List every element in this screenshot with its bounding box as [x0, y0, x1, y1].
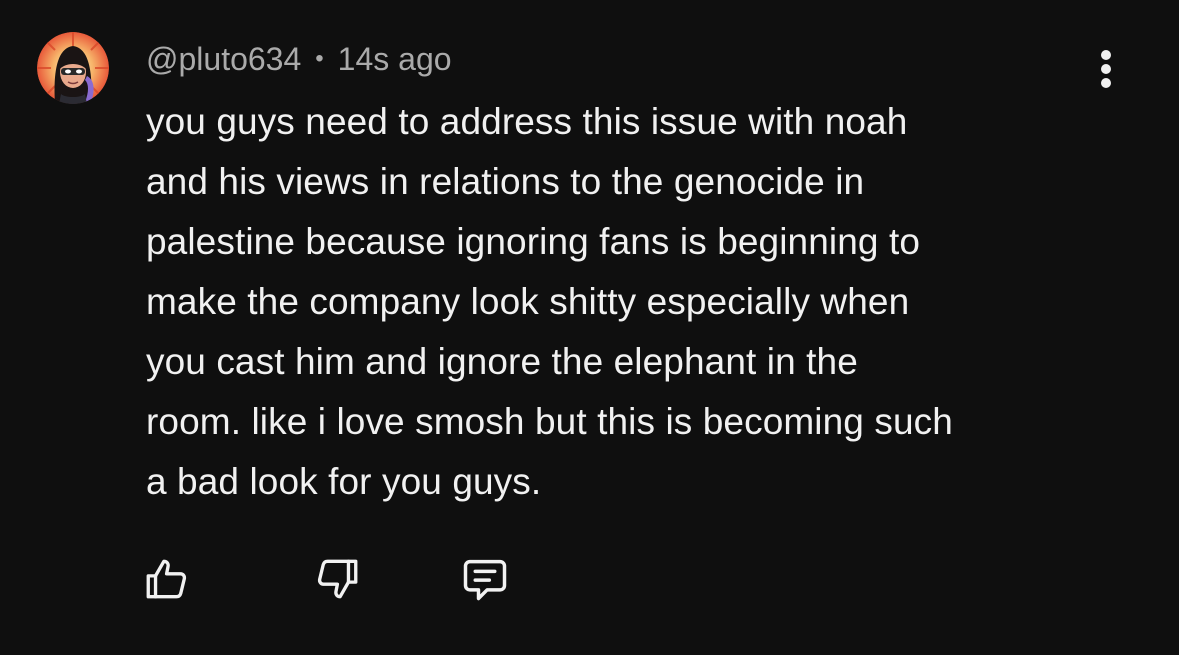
dislike-button[interactable] — [310, 552, 364, 606]
comment-meta: @pluto634 • 14s ago — [146, 38, 452, 80]
reply-button[interactable] — [458, 552, 512, 606]
comment-text: you guys need to address this issue with… — [146, 101, 953, 502]
comment-timestamp: 14s ago — [337, 40, 452, 77]
more-options-button[interactable] — [1086, 46, 1126, 92]
thumbs-up-icon — [146, 559, 187, 599]
avatar-image — [37, 32, 109, 104]
more-vertical-icon — [1101, 50, 1111, 88]
author-avatar[interactable] — [37, 32, 109, 104]
reply-icon — [463, 559, 507, 601]
meta-separator: • — [315, 45, 324, 72]
thumbs-down-icon — [317, 559, 358, 599]
comment-card: @pluto634 • 14s ago you guys need to add… — [0, 0, 1179, 655]
like-button[interactable] — [140, 552, 194, 606]
author-handle[interactable]: @pluto634 — [146, 41, 301, 78]
